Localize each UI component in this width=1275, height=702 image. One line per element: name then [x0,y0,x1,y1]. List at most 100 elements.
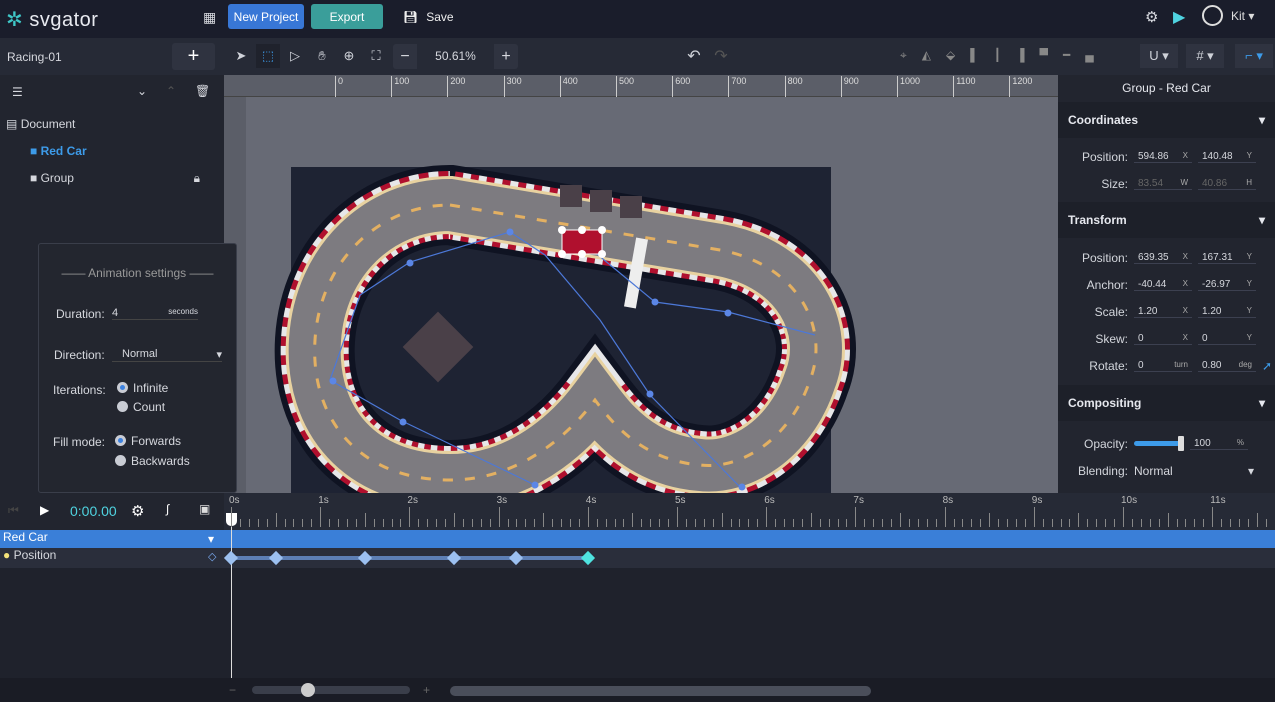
rotate-turn-field[interactable]: 0 turn [1134,360,1192,372]
timeline-zoom-in[interactable]: + [423,683,430,697]
unit: Y [1246,305,1252,315]
coordinates-header[interactable]: Coordinates ▾ [1058,102,1275,138]
snap-magnet-icon[interactable]: U ▾ [1140,44,1178,68]
timeline-zoom-slider[interactable] [252,683,410,697]
blending-select[interactable]: Normal ▾ [1134,464,1254,478]
artboard[interactable] [224,75,1058,493]
timeline-zoom-out[interactable]: − [229,683,236,697]
time-tick [480,519,482,527]
flip-vertical-icon[interactable]: ⬙ [946,48,955,63]
canvas-area[interactable]: 0 100 200 300 400 500 600 700 800 900 1000 1100 1200… [224,75,1058,493]
rotate-deg-field[interactable]: 0.80 deg [1198,360,1256,372]
height-field[interactable]: 40.86 H [1198,178,1256,190]
property-position-row[interactable]: ● Position ◇ [0,548,1275,568]
align-left-icon[interactable]: ▌ [970,48,979,63]
keyframe-panel-icon[interactable]: ▣ [199,502,210,516]
apps-grid-icon[interactable]: ▦ [203,9,216,26]
new-project-button[interactable]: New Project [228,4,304,29]
radio-infinite[interactable]: Infinite [117,381,168,395]
opacity-field[interactable]: 100% [1190,438,1248,450]
anchor-y-field[interactable]: -26.97 Y [1198,279,1256,291]
unit: H [1246,177,1252,187]
fit-screen-icon[interactable]: ⛶ [364,44,388,68]
lock-icon[interactable]: 🔒︎ [194,171,200,186]
align-center-icon[interactable]: ⌖ [900,48,907,63]
radio-forwards[interactable]: Forwards [115,434,181,448]
preview-play-icon[interactable]: ▶ [1173,7,1185,27]
user-menu[interactable]: Kit ▾ [1231,9,1254,23]
time-tick [784,519,786,527]
anchor-x-field[interactable]: -40.44 X [1134,279,1192,291]
zoom-tool-icon[interactable]: ⊕ [337,44,361,68]
trash-icon[interactable]: 🗑︎ [195,84,210,98]
value: 1.20 [1202,305,1222,317]
playhead[interactable] [231,511,232,681]
scale-y-field[interactable]: 1.20 Y [1198,306,1256,318]
settings-play-icon[interactable]: ⚙ [1145,8,1158,26]
transform-y-field[interactable]: 167.31 Y [1198,252,1256,264]
flip-horizontal-icon[interactable]: ◭ [922,48,931,63]
track-red-car[interactable]: Red Car ▾ [0,530,1275,548]
label: Blending: [1077,463,1128,478]
current-time[interactable]: 0:00.00 [70,503,117,519]
slider-handle[interactable] [301,683,315,697]
zoom-in-button[interactable]: + [494,48,518,66]
timeline-scrollbar[interactable] [450,686,871,696]
radio-count[interactable]: Count [117,400,165,414]
lightbulb-icon[interactable]: ● [0,548,10,562]
transform-header[interactable]: Transform ▾ [1058,202,1275,238]
sort-icon[interactable]: ☰ [12,85,23,99]
time-tick [855,507,857,527]
node-tool-icon[interactable]: ▷ [283,44,307,68]
scale-x-field[interactable]: 1.20 X [1134,306,1192,318]
undo-icon[interactable]: ↶ [682,44,706,68]
save-button[interactable]: 💾︎ Save [403,10,454,24]
easing-icon[interactable]: ∫ [166,502,169,516]
slider-handle[interactable] [1178,436,1184,451]
avatar[interactable] [1202,5,1223,26]
collapse-icon[interactable]: ⌄ [137,84,147,98]
redo-icon[interactable]: ↷ [709,44,733,68]
transform-x-field[interactable]: 639.35 X [1134,252,1192,264]
position-x-field[interactable]: 594.86 X [1134,151,1192,163]
value: Normal [122,348,158,360]
move-up-icon[interactable]: ⌃ [166,84,176,98]
align-bottom-icon[interactable]: ▄ [1085,48,1094,63]
direction-select[interactable]: Normal ▾ [112,348,222,362]
time-tick-label: 11s [1210,495,1226,506]
value: 140.48 [1202,150,1233,162]
rulers-icon[interactable]: ⌐ ▾ [1235,44,1273,68]
skew-y-field[interactable]: 0Y [1198,333,1256,345]
align-top-icon[interactable]: ▀ [1040,48,1049,63]
align-hcenter-icon[interactable]: ┃ [994,48,1001,63]
opacity-slider[interactable] [1134,436,1184,451]
transform-tool-icon[interactable]: ⬚ [256,44,280,68]
compositing-header[interactable]: Compositing ▾ [1058,385,1275,421]
zoom-out-button[interactable]: − [393,48,417,66]
position-y-field[interactable]: 140.48 Y [1198,151,1256,163]
unit: X [1182,251,1188,261]
grid-icon[interactable]: # ▾ [1186,44,1224,68]
settings-icon[interactable]: ⚙ [131,502,144,520]
layer-group[interactable]: ■ Group 🔒︎ [30,171,200,186]
align-right-icon[interactable]: ▐ [1016,48,1025,63]
rewind-icon[interactable]: ⏮ [8,503,19,518]
layer-document[interactable]: ▤ Document [6,117,75,131]
time-tick [462,519,464,527]
add-keyframe-icon[interactable]: ◇ [208,550,216,563]
hand-tool-icon[interactable]: ✋︎ [310,44,334,68]
layer-red-car[interactable]: ■ Red Car [30,144,87,158]
play-icon[interactable]: ▶ [40,503,49,517]
width-field[interactable]: 83.54 W [1134,178,1192,190]
add-button[interactable]: + [172,43,215,70]
value: 0.80 [1202,359,1222,371]
duration-field[interactable]: 4 seconds [112,307,198,320]
auto-rotate-icon[interactable]: ➚ [1262,359,1272,373]
zoom-level[interactable]: 50.61% [417,44,494,69]
align-vcenter-icon[interactable]: ━ [1063,48,1070,63]
select-tool-icon[interactable]: ➤ [229,44,253,68]
radio-backwards[interactable]: Backwards [115,454,190,468]
time-tick [873,519,875,527]
skew-x-field[interactable]: 0X [1134,333,1192,345]
export-button[interactable]: Export [311,4,383,29]
